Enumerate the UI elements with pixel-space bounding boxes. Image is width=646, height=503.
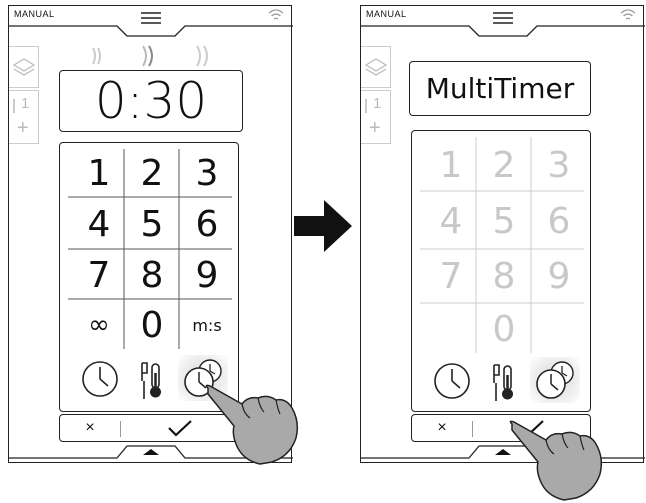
layers-tab[interactable] <box>9 46 39 88</box>
checkmark-icon <box>167 420 192 437</box>
key-6: 6 <box>547 200 571 242</box>
key-6[interactable]: 6 <box>180 201 234 247</box>
key-7[interactable]: 7 <box>74 253 124 297</box>
layers-tab[interactable] <box>361 46 391 88</box>
time-value: 0:30 <box>94 72 208 130</box>
key-8[interactable]: 8 <box>125 253 179 297</box>
key-9: 9 <box>547 255 571 297</box>
humidity-level-icon <box>92 45 208 67</box>
oven-screen-after: MANUAL 1 + MultiTimer 1 2 3 4 5 6 7 8 9 … <box>360 5 645 463</box>
key-3[interactable]: 3 <box>180 151 234 195</box>
key-9[interactable]: 9 <box>180 253 234 297</box>
add-step-button[interactable]: + <box>369 117 381 140</box>
time-display[interactable]: 0:30 <box>59 70 243 132</box>
step-indicator <box>365 99 367 113</box>
key-0: 0 <box>492 308 516 350</box>
hamburger-menu-icon[interactable] <box>140 10 162 26</box>
layers-icon <box>364 58 388 76</box>
key-3: 3 <box>547 144 571 186</box>
layers-icon <box>12 58 36 76</box>
step-indicator <box>13 99 15 113</box>
multitimer-icon[interactable] <box>534 359 578 401</box>
clock-icon[interactable] <box>432 361 472 401</box>
mode-label: MANUAL <box>14 9 55 19</box>
key-8: 8 <box>492 255 516 297</box>
key-7: 7 <box>439 255 463 297</box>
numeric-keypad: 1 2 3 4 5 6 7 8 9 ∞ 0 m:s <box>59 142 239 412</box>
key-infinite[interactable]: ∞ <box>74 303 124 347</box>
core-probe-thermometer-icon[interactable] <box>137 359 167 401</box>
mode-label: MANUAL <box>366 9 407 19</box>
program-steps-tab[interactable]: 1 + <box>9 90 39 144</box>
core-probe-thermometer-icon[interactable] <box>489 361 519 403</box>
pointing-hand-icon <box>205 384 299 465</box>
key-1[interactable]: 1 <box>74 151 124 195</box>
step-count: 1 <box>373 95 382 112</box>
cancel-button[interactable]: × <box>412 415 472 441</box>
numeric-keypad-disabled: 1 2 3 4 5 6 7 8 9 0 <box>411 130 591 412</box>
multitimer-title-box: MultiTimer <box>409 61 591 116</box>
key-2[interactable]: 2 <box>125 151 179 195</box>
key-minutes-seconds[interactable]: m:s <box>180 303 234 347</box>
key-4: 4 <box>439 200 463 242</box>
key-1: 1 <box>439 144 463 186</box>
wifi-icon <box>620 9 636 20</box>
pointing-hand-icon <box>509 420 603 501</box>
wifi-icon <box>268 9 284 20</box>
key-4[interactable]: 4 <box>74 201 124 247</box>
clock-icon[interactable] <box>80 359 120 399</box>
cancel-button[interactable]: × <box>60 415 120 441</box>
key-5: 5 <box>492 200 516 242</box>
key-0[interactable]: 0 <box>125 303 179 347</box>
program-steps-tab[interactable]: 1 + <box>361 90 391 144</box>
hamburger-menu-icon[interactable] <box>492 10 514 26</box>
step-count: 1 <box>21 95 30 112</box>
add-step-button[interactable]: + <box>17 117 29 140</box>
transition-arrow-icon <box>294 200 352 252</box>
key-5[interactable]: 5 <box>125 201 179 247</box>
multitimer-title: MultiTimer <box>425 72 575 105</box>
key-2: 2 <box>492 144 516 186</box>
